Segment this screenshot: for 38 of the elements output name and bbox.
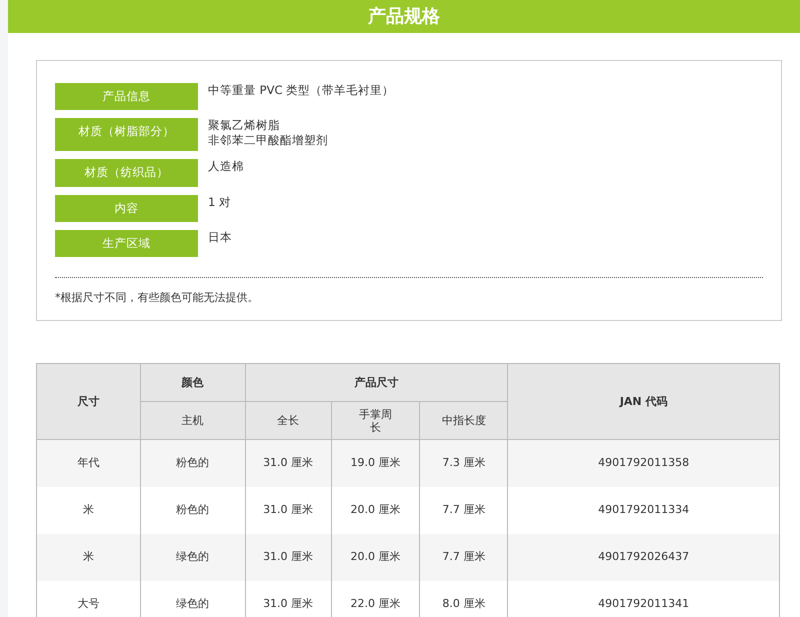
- spec-value: 日本: [207, 230, 232, 245]
- table-cell: 年代: [36, 440, 140, 486]
- footnote: *根据尺寸不同，有些颜色可能无法提供。: [55, 291, 258, 304]
- table-cell: 大号: [36, 580, 140, 617]
- table-cell: 19.0 厘米: [331, 440, 420, 486]
- spec-value: 人造棉: [207, 159, 244, 174]
- column-header: 颜色: [140, 364, 246, 402]
- table-cell: 粉色的: [140, 440, 246, 486]
- table-cell: 7.7 厘米: [420, 534, 508, 580]
- table-cell: 7.3 厘米: [420, 440, 508, 486]
- table-cell: 绿色的: [140, 534, 246, 580]
- spec-label: 材质（树脂部分）: [55, 118, 198, 152]
- spec-value: 中等重量 PVC 类型（带羊毛衬里）: [207, 83, 394, 98]
- spec-label: 生产区域: [55, 230, 198, 257]
- spec-value: 1 对: [207, 194, 231, 210]
- table-cell: 31.0 厘米: [245, 534, 331, 580]
- spec-label: 内容: [55, 194, 198, 222]
- column-header: 中指长度: [420, 402, 508, 440]
- spec-label: 材质（纺织品）: [55, 159, 198, 186]
- table-cell: 4901792011341: [508, 580, 780, 617]
- column-header: 尺寸: [36, 364, 140, 440]
- spec-value: 聚氯乙烯树脂 非邻苯二甲酸酯增塑剂: [207, 118, 328, 148]
- page-title: 产品规格: [8, 0, 800, 33]
- spec-label: 产品信息: [55, 83, 198, 110]
- column-header: 主机: [140, 402, 246, 440]
- table-cell: 绿色的: [140, 580, 246, 617]
- table-cell: 米: [36, 534, 140, 580]
- table-cell: 22.0 厘米: [331, 580, 420, 617]
- table-cell: 4901792011358: [508, 440, 780, 486]
- column-header: 手掌周长: [331, 402, 420, 440]
- column-header: JAN 代码: [508, 364, 780, 440]
- table-cell: 4901792026437: [508, 534, 780, 580]
- table-cell: 20.0 厘米: [331, 534, 420, 580]
- column-header: 产品尺寸: [245, 364, 508, 402]
- table-cell: 31.0 厘米: [245, 580, 331, 617]
- column-header: 全长: [245, 402, 331, 440]
- table-cell: 8.0 厘米: [420, 580, 508, 617]
- table-cell: 31.0 厘米: [245, 440, 331, 486]
